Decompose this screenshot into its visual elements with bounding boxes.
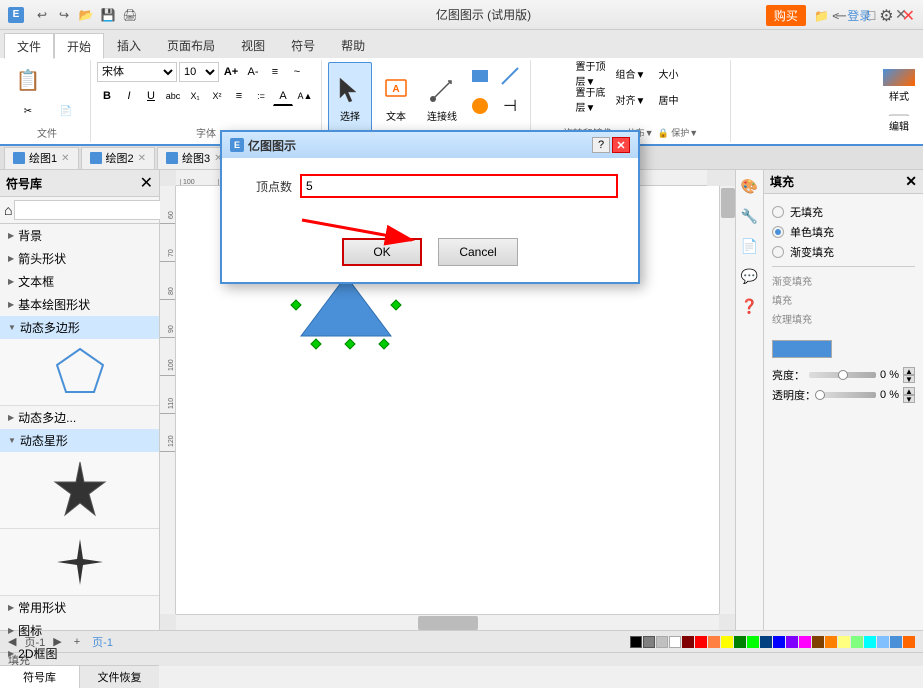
- dialog-footer: OK Cancel: [222, 230, 638, 282]
- dialog-titlebar: E 亿图图示 ? ✕: [222, 132, 638, 158]
- dialog-title-area: E 亿图图示: [230, 137, 296, 154]
- dialog-body: 顶点数: [222, 158, 638, 230]
- dialog-overlay: E 亿图图示 ? ✕ 顶点数: [0, 0, 923, 688]
- dialog-controls: ? ✕: [592, 137, 630, 153]
- dialog: E 亿图图示 ? ✕ 顶点数: [220, 130, 640, 284]
- dialog-icon-label: E: [234, 140, 240, 150]
- dialog-ok-button[interactable]: OK: [342, 238, 422, 266]
- dialog-field-label: 顶点数: [242, 178, 292, 195]
- dialog-field-input[interactable]: [300, 174, 618, 198]
- dialog-help-button[interactable]: ?: [592, 137, 610, 153]
- dialog-field-row: 顶点数: [242, 174, 618, 198]
- dialog-close-button[interactable]: ✕: [612, 137, 630, 153]
- dialog-cancel-button[interactable]: Cancel: [438, 238, 518, 266]
- dialog-title-text: 亿图图示: [248, 137, 296, 154]
- dialog-title-icon: E: [230, 138, 244, 152]
